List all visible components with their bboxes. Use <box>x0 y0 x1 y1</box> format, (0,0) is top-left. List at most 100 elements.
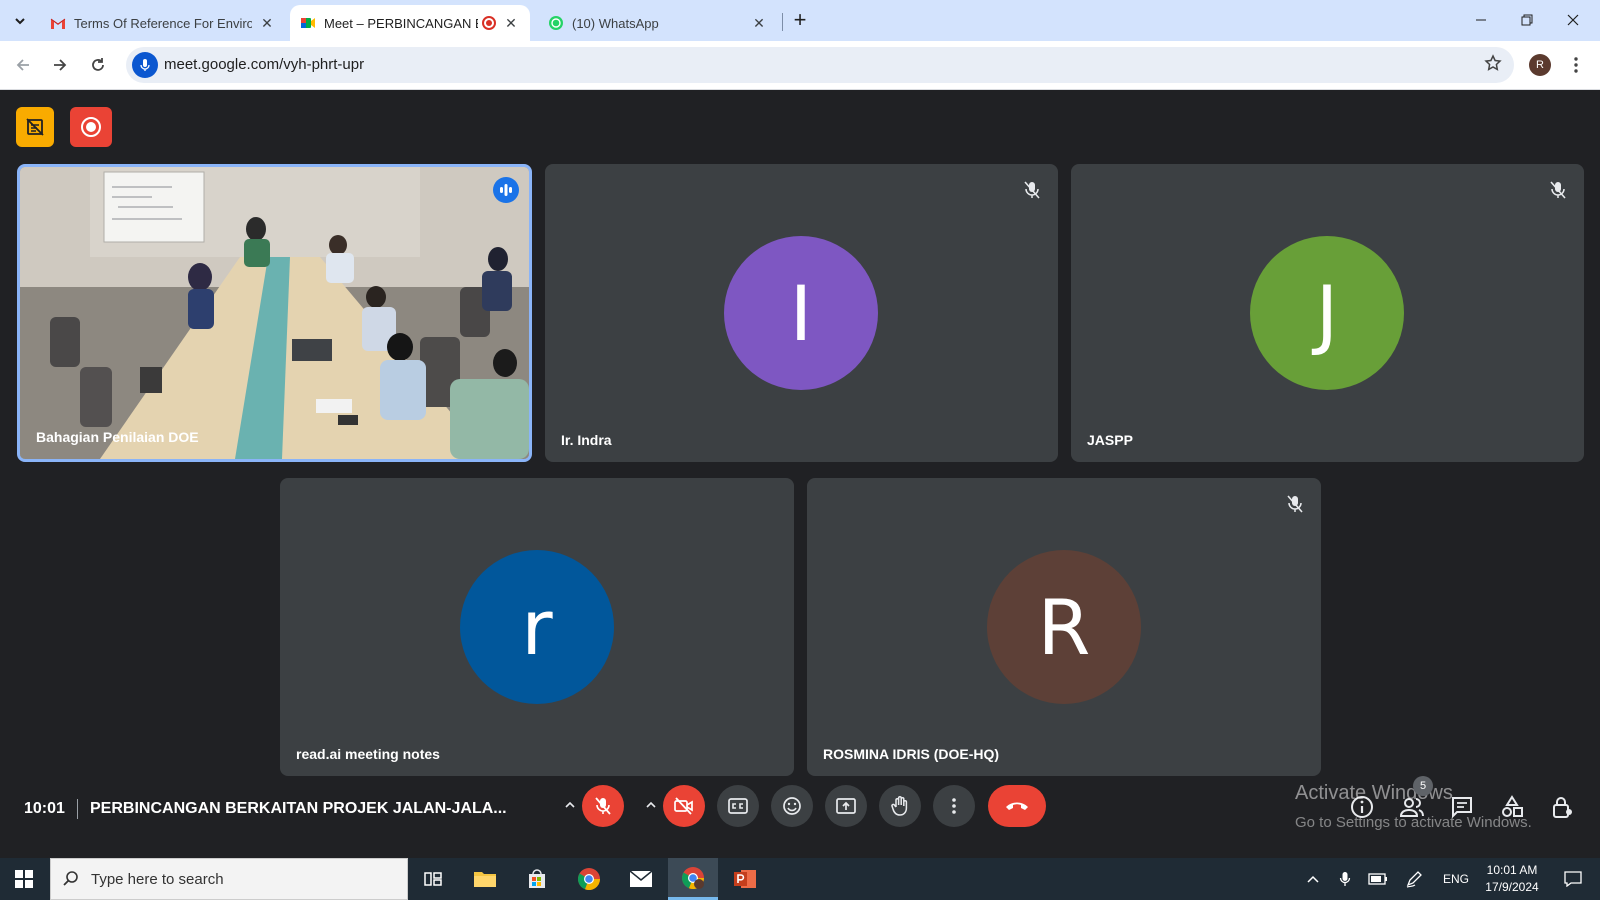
tab-separator <box>782 13 783 31</box>
chrome-profile-taskbar-button[interactable] <box>668 858 718 900</box>
browser-menu-button[interactable] <box>1566 52 1586 78</box>
minimize-window-button[interactable] <box>1459 6 1503 34</box>
task-view-button[interactable] <box>408 858 458 900</box>
search-icon <box>51 870 91 888</box>
mic-off-icon <box>595 797 611 815</box>
profile-avatar[interactable]: R <box>1529 54 1551 76</box>
participant-avatar: r <box>460 550 614 704</box>
participant-tile-video[interactable]: Bahagian Penilaian DOE <box>17 164 532 462</box>
close-window-button[interactable] <box>1551 6 1595 34</box>
speaking-indicator-icon <box>493 177 519 203</box>
captions-button[interactable] <box>717 785 759 827</box>
more-vert-icon <box>1574 57 1578 73</box>
chrome-icon <box>681 866 705 889</box>
system-clock[interactable]: 10:01 AM 17/9/2024 <box>1476 862 1548 896</box>
address-bar[interactable]: meet.google.com/vyh-phrt-upr <box>126 47 1514 83</box>
start-button[interactable] <box>0 858 48 900</box>
people-icon <box>1399 798 1424 817</box>
raise-hand-button[interactable] <box>879 785 921 827</box>
chrome-taskbar-button[interactable] <box>564 858 614 900</box>
participant-tile[interactable]: I Ir. Indra <box>545 164 1058 462</box>
transcript-indicator[interactable] <box>16 107 54 147</box>
participant-name: JASPP <box>1087 432 1133 448</box>
participant-name: ROSMINA IDRIS (DOE-HQ) <box>823 746 1000 762</box>
tab-whatsapp[interactable]: (10) WhatsApp ✕ <box>538 5 778 41</box>
chevron-up-icon <box>1307 875 1319 883</box>
leave-call-button[interactable] <box>988 785 1046 827</box>
recording-badge[interactable] <box>70 107 112 147</box>
tab-search-button[interactable] <box>6 8 34 34</box>
microphone-in-use-icon[interactable] <box>132 52 158 78</box>
more-options-button[interactable] <box>933 785 975 827</box>
chat-button[interactable] <box>1447 792 1477 822</box>
call-end-icon <box>1006 802 1028 810</box>
people-button[interactable] <box>1397 792 1427 822</box>
close-icon[interactable]: ✕ <box>750 14 768 32</box>
forward-button[interactable] <box>46 51 74 79</box>
hand-icon <box>891 796 908 816</box>
recording-indicator-icon <box>482 16 496 30</box>
meet-stage: Bahagian Penilaian DOE I Ir. Indra J JAS… <box>0 90 1600 858</box>
minimize-icon <box>1476 19 1486 21</box>
battery-icon <box>1368 873 1387 885</box>
tab-gmail[interactable]: Terms Of Reference For Environ ✕ <box>40 5 286 41</box>
task-view-icon <box>424 872 442 886</box>
participant-name: Bahagian Penilaian DOE <box>36 429 199 445</box>
audio-options-caret[interactable] <box>562 796 578 814</box>
restore-window-button[interactable] <box>1505 6 1549 34</box>
mail-icon <box>629 870 653 887</box>
whatsapp-icon <box>548 15 564 31</box>
toggle-camera-button[interactable] <box>663 785 705 827</box>
toggle-microphone-button[interactable] <box>582 785 624 827</box>
system-date: 17/9/2024 <box>1485 880 1539 894</box>
input-language[interactable]: ENG <box>1436 858 1476 900</box>
google-meet-icon <box>300 15 316 31</box>
mail-button[interactable] <box>616 858 666 900</box>
system-time: 10:01 AM <box>1486 863 1538 877</box>
meeting-clock: 10:01 <box>24 800 65 817</box>
reload-button[interactable] <box>84 51 112 79</box>
tab-title: Terms Of Reference For Environ <box>74 15 252 31</box>
present-screen-button[interactable] <box>825 785 867 827</box>
chat-icon <box>1452 797 1472 819</box>
new-tab-button[interactable]: + <box>786 9 814 33</box>
video-options-caret[interactable] <box>643 796 659 814</box>
divider <box>77 799 78 819</box>
close-icon <box>1567 14 1579 26</box>
windows-logo-icon <box>15 870 33 888</box>
reactions-button[interactable] <box>771 785 813 827</box>
meeting-details-button[interactable] <box>1347 792 1377 822</box>
gmail-icon <box>50 15 66 31</box>
closed-captions-icon <box>728 798 748 814</box>
camera-off-icon <box>674 797 693 815</box>
close-icon[interactable]: ✕ <box>258 14 276 32</box>
taskbar-search-box[interactable]: Type here to search <box>50 858 408 900</box>
battery-tray-icon[interactable] <box>1364 858 1392 900</box>
show-hidden-icons-button[interactable] <box>1300 858 1326 900</box>
powerpoint-button[interactable] <box>720 858 770 900</box>
restore-icon <box>1521 14 1533 26</box>
bookmark-star-icon[interactable] <box>1484 54 1502 77</box>
pen-icon <box>1406 871 1422 888</box>
notifications-button[interactable] <box>1556 858 1590 900</box>
mic-off-icon <box>1020 178 1044 202</box>
microphone-tray-icon[interactable] <box>1332 858 1358 900</box>
folder-icon <box>474 872 496 887</box>
participant-tile[interactable]: J JASPP <box>1071 164 1584 462</box>
pen-tray-icon[interactable] <box>1400 858 1428 900</box>
browser-tab-strip: Terms Of Reference For Environ ✕ Meet – … <box>0 0 1600 41</box>
lock-person-icon <box>1553 797 1572 818</box>
participant-tile[interactable]: R ROSMINA IDRIS (DOE-HQ) <box>807 478 1321 776</box>
microsoft-store-button[interactable] <box>512 858 562 900</box>
file-explorer-button[interactable] <box>460 858 510 900</box>
host-controls-button[interactable] <box>1547 792 1577 822</box>
powerpoint-icon <box>734 870 756 888</box>
back-button[interactable] <box>9 51 37 79</box>
activities-button[interactable] <box>1497 792 1527 822</box>
participant-tile[interactable]: r read.ai meeting notes <box>280 478 794 776</box>
tab-meet[interactable]: Meet – PERBINCANGAN BE ✕ <box>290 5 530 41</box>
present-to-all-icon <box>836 798 856 814</box>
chevron-down-icon <box>15 18 25 25</box>
close-icon[interactable]: ✕ <box>502 14 520 32</box>
participant-name: read.ai meeting notes <box>296 746 440 762</box>
